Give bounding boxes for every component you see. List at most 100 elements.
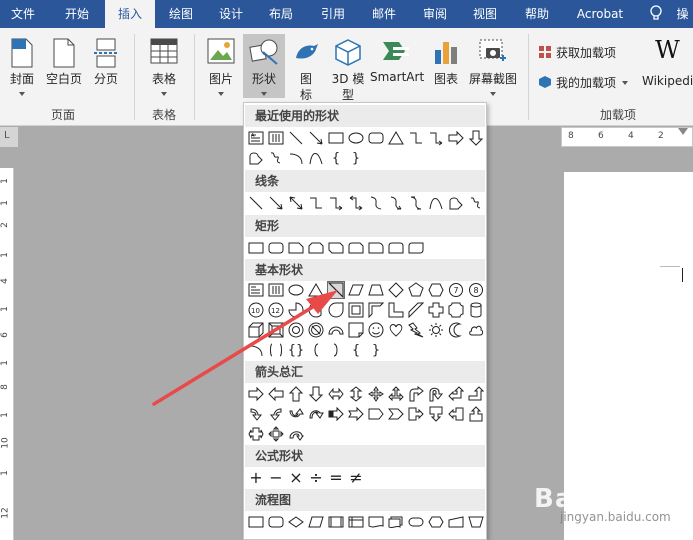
quad-arrow-callout-shape[interactable]	[267, 425, 285, 443]
equal-shape[interactable]: =	[327, 469, 345, 487]
right-bracket-shape[interactable]	[327, 341, 345, 359]
half-frame-shape[interactable]	[367, 301, 385, 319]
horizontal-ruler[interactable]: 8 6 4 2	[561, 127, 693, 147]
striped-right-arrow-shape[interactable]	[327, 405, 345, 423]
lightbulb-icon[interactable]	[646, 0, 666, 28]
3d-models-button[interactable]: 3D 模 型	[328, 34, 368, 102]
left-up-arrow-shape[interactable]	[447, 385, 465, 403]
tab-help[interactable]: 帮助	[514, 0, 560, 28]
textbox-shape[interactable]	[247, 281, 265, 299]
arc-shape[interactable]	[247, 341, 265, 359]
table-button[interactable]: 表格	[144, 34, 184, 98]
smartart-button[interactable]: SmartArt	[370, 34, 424, 98]
flowchart-predefined-process-shape[interactable]	[327, 513, 345, 531]
moon-shape[interactable]	[447, 321, 465, 339]
left-arrow-shape[interactable]	[267, 385, 285, 403]
flowchart-multidocument-shape[interactable]	[387, 513, 405, 531]
round-same-side-rectangle-shape[interactable]	[387, 239, 405, 257]
scribble-shape[interactable]	[467, 194, 485, 212]
flowchart-decision-shape[interactable]	[287, 513, 305, 531]
tab-tell-me[interactable]: 操	[672, 0, 693, 28]
curve-shape[interactable]	[427, 194, 445, 212]
bent-arrow-shape[interactable]	[407, 385, 425, 403]
heptagon-shape[interactable]: 7	[447, 281, 465, 299]
pentagon-shape[interactable]	[407, 281, 425, 299]
plaque-shape[interactable]	[447, 301, 465, 319]
oval-shape[interactable]	[347, 129, 365, 147]
l-shape[interactable]	[387, 301, 405, 319]
up-arrow-shape[interactable]	[287, 385, 305, 403]
icons-button[interactable]: 图 标	[288, 34, 324, 102]
page-break-button[interactable]: 分页	[88, 34, 124, 98]
up-arrow-callout-shape[interactable]	[467, 405, 485, 423]
u-turn-arrow-shape[interactable]	[427, 385, 445, 403]
cover-page-button[interactable]: 封面	[4, 34, 40, 98]
diagonal-stripe-shape[interactable]	[327, 281, 345, 299]
curved-left-arrow-shape[interactable]	[267, 405, 285, 423]
right-arrow-shape[interactable]	[447, 129, 465, 147]
circular-arrow-shape[interactable]	[287, 425, 305, 443]
chord-shape[interactable]	[307, 301, 325, 319]
hexagon-shape[interactable]	[427, 281, 445, 299]
round-diagonal-rectangle-shape[interactable]	[407, 239, 425, 257]
cloud-shape[interactable]	[467, 321, 485, 339]
curved-double-arrow-shape[interactable]	[407, 194, 425, 212]
rounded-rectangle-shape[interactable]	[267, 239, 285, 257]
oval-shape[interactable]	[287, 281, 305, 299]
curve-shape[interactable]	[307, 149, 325, 167]
double-arrow-line-shape[interactable]	[287, 194, 305, 212]
curved-down-arrow-shape[interactable]	[307, 405, 325, 423]
elbow-connector-shape[interactable]	[407, 129, 425, 147]
snip-diagonal-rectangle-shape[interactable]	[327, 239, 345, 257]
dodecagon-shape[interactable]: 12	[267, 301, 285, 319]
curved-right-arrow-shape[interactable]	[247, 405, 265, 423]
tab-design[interactable]: 设计	[208, 0, 254, 28]
snip-same-side-rectangle-shape[interactable]	[307, 239, 325, 257]
curved-up-arrow-shape[interactable]	[287, 405, 305, 423]
down-arrow-shape[interactable]	[307, 385, 325, 403]
pictures-button[interactable]: 图片	[202, 34, 240, 98]
chevron-shape[interactable]	[387, 405, 405, 423]
pie-shape[interactable]	[287, 301, 305, 319]
down-arrow-callout-shape[interactable]	[427, 405, 445, 423]
rectangle-shape[interactable]	[327, 129, 345, 147]
shapes-button[interactable]: 形状	[243, 34, 285, 98]
scribble-shape[interactable]	[267, 149, 285, 167]
my-addins-button[interactable]: 我的加载项	[538, 74, 628, 92]
down-arrow-shape[interactable]	[467, 129, 485, 147]
flowchart-data-shape[interactable]	[307, 513, 325, 531]
elbow-arrow-connector-shape[interactable]	[327, 194, 345, 212]
donut-shape[interactable]	[287, 321, 305, 339]
chart-button[interactable]: 图表	[426, 34, 466, 98]
octagon-shape[interactable]: 8	[467, 281, 485, 299]
flowchart-process-shape[interactable]	[247, 513, 265, 531]
vertical-textbox-shape[interactable]	[267, 281, 285, 299]
freeform-shape[interactable]	[247, 149, 265, 167]
quad-arrow-shape[interactable]	[367, 385, 385, 403]
arc-shape[interactable]	[287, 149, 305, 167]
not-equal-shape[interactable]: ≠	[347, 469, 365, 487]
folded-corner-shape[interactable]	[347, 321, 365, 339]
rounded-rectangle-shape[interactable]	[367, 129, 385, 147]
tab-home[interactable]: 开始	[54, 0, 100, 28]
elbow-double-arrow-shape[interactable]	[347, 194, 365, 212]
line-shape[interactable]	[247, 194, 265, 212]
can-shape[interactable]	[467, 301, 485, 319]
frame-shape[interactable]	[347, 301, 365, 319]
notched-right-arrow-shape[interactable]	[347, 405, 365, 423]
tab-view[interactable]: 视图	[462, 0, 508, 28]
trapezoid-shape[interactable]	[367, 281, 385, 299]
tab-selector[interactable]: L	[0, 127, 18, 147]
diagonal-stripe-shape[interactable]	[407, 301, 425, 319]
multiply-shape[interactable]: ×	[287, 469, 305, 487]
right-arrow-shape[interactable]	[247, 385, 265, 403]
bent-up-arrow-shape[interactable]	[467, 385, 485, 403]
double-bracket-shape[interactable]	[267, 341, 285, 359]
lightning-bolt-shape[interactable]	[407, 321, 425, 339]
pentagon-arrow-shape[interactable]	[367, 405, 385, 423]
wikipedia-button[interactable]: W Wikipedi	[642, 34, 693, 98]
left-brace-shape[interactable]: {	[327, 149, 345, 167]
tab-references[interactable]: 引用	[310, 0, 356, 28]
left-right-up-arrow-shape[interactable]	[387, 385, 405, 403]
tab-file[interactable]: 文件	[0, 0, 46, 28]
